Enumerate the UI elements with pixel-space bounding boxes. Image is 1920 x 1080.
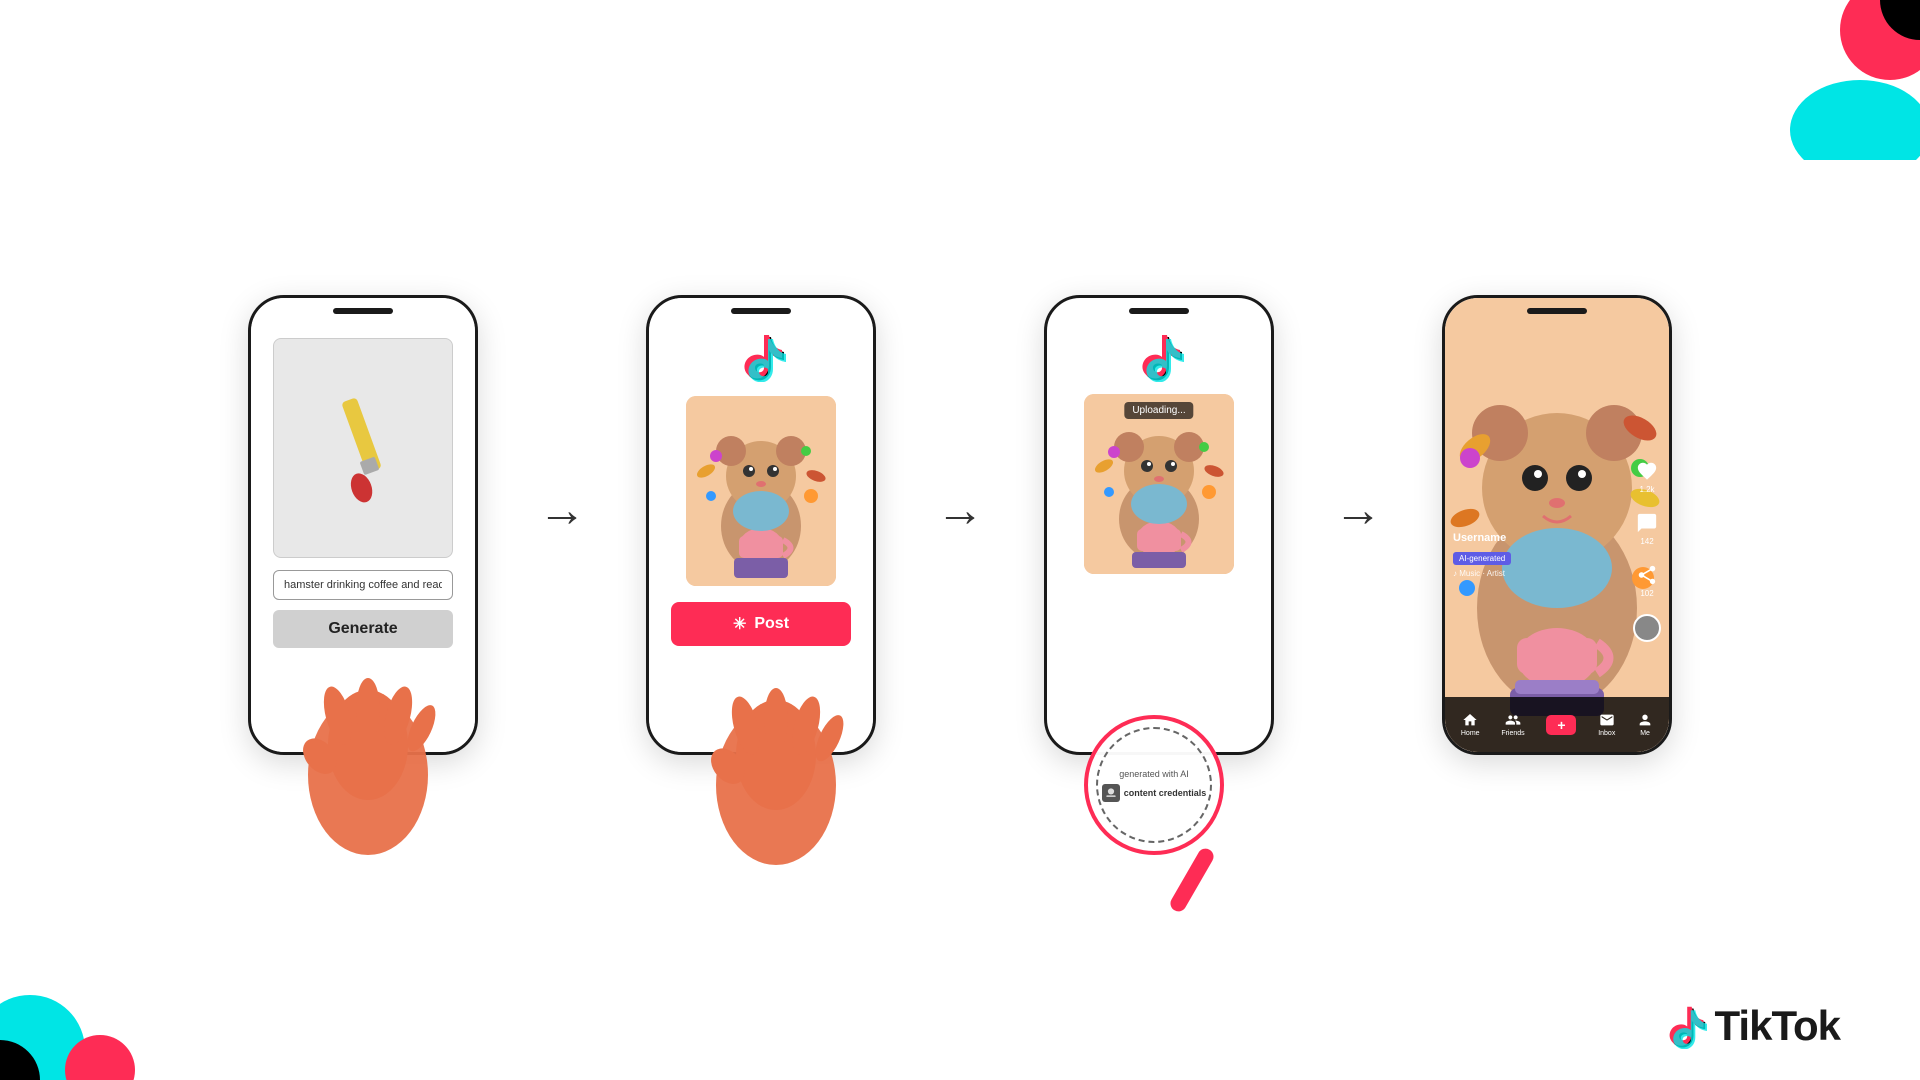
phone3-content: Uploading... bbox=[1047, 298, 1271, 752]
hand-1-icon bbox=[268, 655, 468, 855]
arrow-3: → bbox=[1334, 483, 1382, 538]
comment-icon[interactable] bbox=[1634, 510, 1660, 536]
uploading-badge: Uploading... bbox=[1124, 402, 1193, 419]
hamster-image-card-phone3: Uploading... bbox=[1084, 394, 1234, 574]
hamster-illustration-2 bbox=[686, 396, 836, 586]
nav-inbox[interactable]: Inbox bbox=[1598, 712, 1615, 737]
main-container: Generate → bbox=[0, 0, 1920, 1080]
content-credentials-icon bbox=[1102, 784, 1120, 802]
tiktok-right-actions: 1.2k 142 bbox=[1633, 458, 1661, 642]
credentials-line2: content credentials bbox=[1124, 788, 1207, 798]
tiktok-bottom-nav: Home Friends + Inbox Me bbox=[1445, 697, 1669, 752]
like-count: 1.2k bbox=[1639, 485, 1654, 494]
phone4-content: 1.2k 142 bbox=[1445, 298, 1669, 752]
nav-create-button[interactable]: + bbox=[1546, 715, 1576, 735]
share-icon[interactable] bbox=[1634, 562, 1660, 588]
generate-button[interactable]: Generate bbox=[273, 610, 453, 648]
comment-count: 142 bbox=[1640, 537, 1653, 546]
nav-home[interactable]: Home bbox=[1461, 712, 1480, 737]
hamster-image-card-phone2 bbox=[686, 396, 836, 586]
tiktok-user-info: Username AI-generated ♪ Music · Artist bbox=[1453, 532, 1511, 578]
post-icon: ✳ bbox=[733, 614, 746, 634]
ai-generated-badge: AI-generated bbox=[1453, 552, 1511, 565]
phone-3-uploading: Uploading... bbox=[1044, 295, 1274, 755]
nav-me[interactable]: Me bbox=[1637, 712, 1653, 737]
paintbrush-icon bbox=[303, 388, 423, 508]
tiktok-video-area: 1.2k 142 bbox=[1445, 298, 1669, 638]
post-label: Post bbox=[754, 615, 789, 633]
magnifying-glass-wrapper: generated with AI content credentials bbox=[1084, 715, 1224, 915]
share-count: 102 bbox=[1640, 589, 1653, 598]
nav-friends[interactable]: Friends bbox=[1501, 712, 1524, 737]
arrow-2: → bbox=[936, 483, 984, 538]
phone-4-tiktok-feed: 1.2k 142 bbox=[1442, 295, 1672, 755]
ai-canvas-area bbox=[273, 338, 453, 558]
tiktok-brand-footer: TikTok bbox=[1662, 1002, 1840, 1050]
music-disc-icon bbox=[1633, 614, 1661, 642]
hand-2-icon bbox=[676, 665, 876, 865]
arrow-1: → bbox=[538, 483, 586, 538]
tiktok-logo-phone2 bbox=[736, 332, 786, 382]
music-info: ♪ Music · Artist bbox=[1453, 569, 1511, 578]
like-icon[interactable] bbox=[1634, 458, 1660, 484]
tiktok-username: Username bbox=[1453, 532, 1511, 544]
credentials-line1: generated with AI bbox=[1119, 769, 1189, 779]
prompt-input[interactable] bbox=[273, 570, 453, 600]
post-button[interactable]: ✳ Post bbox=[671, 602, 851, 646]
tiktok-brand-label: TikTok bbox=[1715, 1002, 1840, 1050]
tiktok-logo-phone3 bbox=[1134, 332, 1184, 382]
tiktok-brand-logo bbox=[1662, 1004, 1707, 1049]
